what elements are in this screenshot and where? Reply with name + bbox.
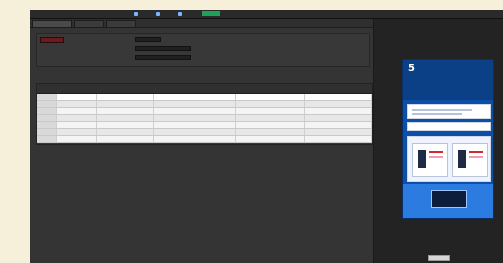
cell-link[interactable] [97, 122, 155, 128]
status-indicator [202, 11, 220, 16]
filter-input-1[interactable] [135, 37, 161, 42]
cell [236, 101, 306, 107]
cell [236, 136, 306, 142]
thumbnail-mark [469, 156, 483, 158]
cell [305, 136, 372, 142]
cell [305, 115, 372, 121]
table-row[interactable] [37, 129, 372, 136]
cell [236, 122, 306, 128]
tab-bar [30, 19, 373, 28]
cell [154, 122, 236, 128]
cell [305, 94, 372, 100]
cell [305, 101, 372, 107]
thumbnail-icon [418, 150, 426, 168]
table-row[interactable] [37, 101, 372, 108]
cell [37, 94, 57, 100]
table-row[interactable] [37, 108, 372, 115]
cell-link[interactable] [97, 108, 155, 114]
cell [37, 108, 57, 114]
preview-line [412, 109, 472, 111]
title-bar [30, 10, 503, 19]
preview-image: 5 [402, 59, 494, 219]
tab-1[interactable] [32, 20, 72, 27]
cell [37, 122, 57, 128]
cell [236, 94, 306, 100]
preview-panel: 5 [373, 19, 503, 263]
cell [57, 108, 97, 114]
cell [154, 101, 236, 107]
cell-link[interactable] [97, 101, 155, 107]
preview-button[interactable] [428, 255, 450, 261]
cell-link[interactable] [97, 94, 155, 100]
table-row[interactable] [37, 115, 372, 122]
preview-card [407, 122, 491, 131]
thumbnail-mark [429, 156, 443, 158]
cell [154, 136, 236, 142]
preview-big-number: 5 [408, 63, 415, 74]
cell [154, 108, 236, 114]
preview-line [412, 113, 462, 115]
cell [57, 129, 97, 135]
filter-input-2[interactable] [135, 46, 191, 51]
menu-icon [178, 12, 182, 16]
preview-card [407, 104, 491, 119]
preview-thumbnail [412, 143, 448, 177]
preview-grid [407, 136, 491, 182]
menu-icon [156, 12, 160, 16]
cell [236, 129, 306, 135]
cell [236, 108, 306, 114]
cell [37, 129, 57, 135]
cell [37, 136, 57, 142]
cell [154, 115, 236, 121]
cell [57, 101, 97, 107]
table-row[interactable] [37, 94, 372, 101]
cell-link[interactable] [97, 115, 155, 121]
table-row[interactable] [37, 136, 372, 143]
results-table [36, 83, 373, 145]
cell-link[interactable] [97, 136, 155, 142]
cell [305, 129, 372, 135]
main-panel [30, 19, 373, 263]
preview-banner: 5 [403, 60, 493, 100]
menu-item-1[interactable] [134, 11, 140, 17]
cell [305, 122, 372, 128]
cell [236, 115, 306, 121]
cell [37, 101, 57, 107]
cell [57, 136, 97, 142]
filter-panel [36, 33, 370, 67]
menu-item-2[interactable] [156, 11, 162, 17]
table-row[interactable] [37, 122, 372, 129]
table-header [37, 84, 372, 94]
menu-icon [134, 12, 138, 16]
thumbnail-icon [458, 150, 466, 168]
menu-item-3[interactable] [178, 11, 184, 17]
table-spacer [37, 143, 372, 144]
app-frame: 5 [30, 10, 503, 263]
preview-footer [403, 184, 493, 218]
cell-link[interactable] [97, 129, 155, 135]
thumbnail-mark [429, 151, 443, 153]
cell [57, 115, 97, 121]
tab-2[interactable] [74, 20, 104, 27]
cell [57, 122, 97, 128]
preview-thumbnail [452, 143, 488, 177]
cell [57, 94, 97, 100]
cell [37, 115, 57, 121]
cell [154, 94, 236, 100]
filter-input-3[interactable] [135, 55, 191, 60]
monitor-icon [431, 190, 467, 208]
cell [305, 108, 372, 114]
tab-3[interactable] [106, 20, 136, 27]
cell [154, 129, 236, 135]
filter-chip[interactable] [40, 37, 64, 43]
thumbnail-mark [469, 151, 483, 153]
